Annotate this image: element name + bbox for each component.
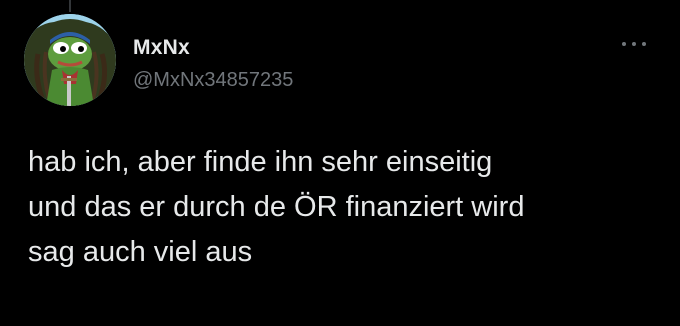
more-options-button[interactable] (622, 36, 646, 52)
more-horizontal-icon (622, 42, 626, 46)
tweet-text-line: und das er durch de ÖR finanziert wird (28, 191, 525, 223)
author-display-name[interactable]: MxNx (133, 36, 293, 60)
tweet-text: hab ich, aber finde ihn sehr einseitig u… (28, 140, 668, 275)
tweet-author: MxNx @MxNx34857235 (133, 36, 293, 92)
avatar[interactable] (24, 14, 116, 106)
tweet-text-line: hab ich, aber finde ihn sehr einseitig (28, 146, 493, 178)
pepe-frog-avatar-icon (24, 14, 116, 106)
more-horizontal-icon (632, 42, 636, 46)
more-horizontal-icon (642, 42, 646, 46)
author-handle[interactable]: @MxNx34857235 (133, 68, 293, 92)
thread-connector-line (69, 0, 71, 12)
tweet-text-line: sag auch viel aus (28, 236, 253, 268)
